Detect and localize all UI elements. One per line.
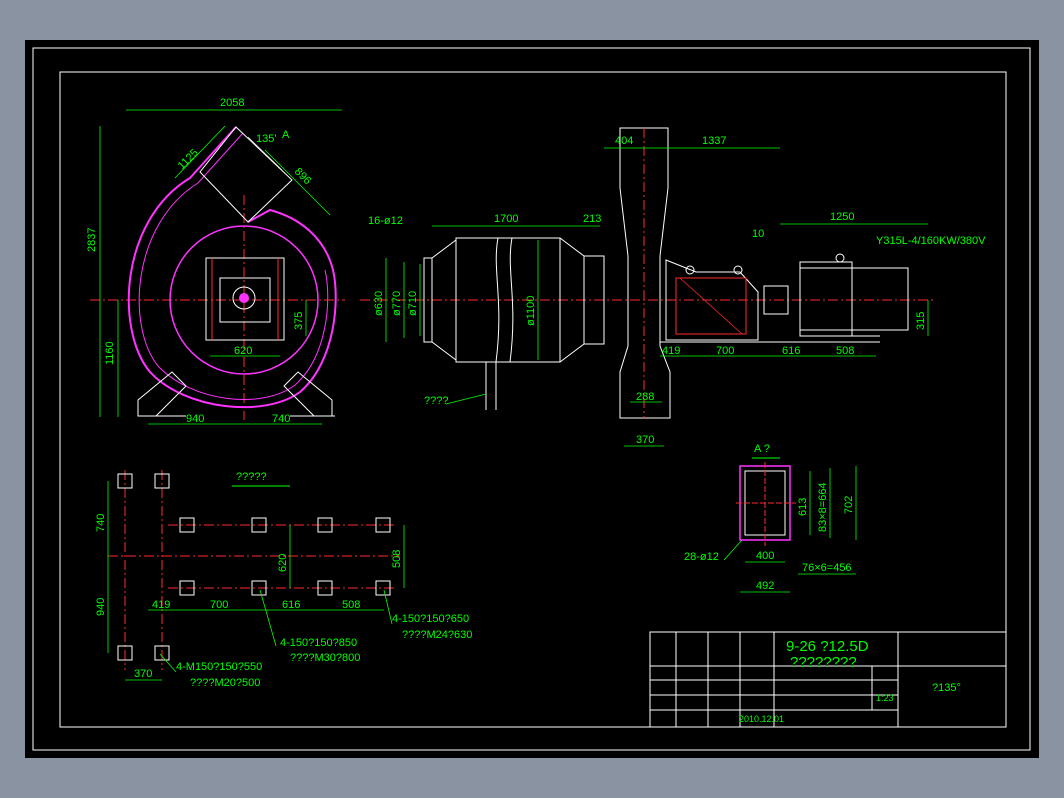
dim-664: 83×8=664 xyxy=(817,482,829,532)
angle-label: ?135° xyxy=(932,682,961,694)
dim-view-a: A xyxy=(282,129,290,141)
callout-3-line2: ????M24?630 xyxy=(402,629,472,641)
dim-fp-v508: 508 xyxy=(391,550,403,568)
drawing-sheet: 2058 135' A 1125 896 2837 1160 940 740 6… xyxy=(25,40,1039,758)
dim-400: 400 xyxy=(756,550,774,562)
dim-d630: ø630 xyxy=(373,291,385,316)
holes-leader xyxy=(723,539,743,561)
dim-620: 620 xyxy=(234,345,252,357)
dim-2837: 2837 xyxy=(86,228,98,252)
break-line-a xyxy=(495,237,500,363)
motor-body xyxy=(799,267,909,331)
bearing-diag-1 xyxy=(679,277,743,335)
dim-700: 700 xyxy=(716,345,734,357)
dim-702: 702 xyxy=(843,496,855,514)
dim-d710: ø710 xyxy=(407,291,419,316)
motor-label: Y315L-4/160KW/380V xyxy=(876,235,986,247)
title-block: 9-26 ?12.5D ???????? ?135° 1:23 2010.12.… xyxy=(649,631,1007,728)
dim-angle: 135' xyxy=(256,133,276,145)
callout-1-line2: ????M20?500 xyxy=(190,677,260,689)
dim-1700: 1700 xyxy=(494,213,518,225)
dim-456: 76×6=456 xyxy=(802,562,852,574)
dim-fp-508: 508 xyxy=(342,599,360,611)
housing-side xyxy=(619,127,671,419)
motor-end xyxy=(799,261,853,337)
dim-fp-700: 700 xyxy=(210,599,228,611)
outlet-duct xyxy=(199,126,293,223)
scale: 1:23 xyxy=(876,693,894,703)
inlet-taper-bottom xyxy=(431,341,457,361)
side-view: 404 1337 16-ø12 1700 213 ø630 ø770 ø710 … xyxy=(360,127,986,447)
front-view: 2058 135' A 1125 896 2837 1160 940 740 6… xyxy=(86,97,345,425)
outer-border xyxy=(32,47,1031,751)
dim-d1100: ø1100 xyxy=(525,296,537,326)
dim-370: 370 xyxy=(636,434,654,446)
dim-419: 419 xyxy=(662,345,680,357)
drawing-name: ???????? xyxy=(790,654,857,671)
view-a: A ? 400 492 28-ø12 76×6=456 613 83×8=664… xyxy=(684,443,857,593)
callout-1-line1: 4-M150?150?550 xyxy=(176,661,262,673)
bolt-2 xyxy=(733,265,743,275)
dim-508: 508 xyxy=(836,345,854,357)
dim-1337: 1337 xyxy=(702,135,726,147)
dim-d770: ø770 xyxy=(391,291,403,316)
dim-28-holes: 28-ø12 xyxy=(684,551,719,563)
dim-213: 213 xyxy=(583,213,601,225)
date: 2010.12.01 xyxy=(739,714,784,724)
dim-896: 896 xyxy=(292,166,313,187)
callout-2-leader xyxy=(259,589,277,647)
inlet-taper-out-bottom xyxy=(559,343,585,363)
dim-fp-419: 419 xyxy=(152,599,170,611)
dim-fp-940: 940 xyxy=(95,598,107,616)
right-leg xyxy=(283,371,333,417)
view-a-title: A ? xyxy=(754,443,770,455)
dim-2058: 2058 xyxy=(220,97,244,109)
model-number: 9-26 ?12.5D xyxy=(786,638,869,655)
dim-fp-740: 740 xyxy=(95,514,107,532)
dim-1250: 1250 xyxy=(830,211,854,223)
callout-2-line1: 4-150?150?850 xyxy=(280,637,357,649)
dim-fp-620: 620 xyxy=(277,554,289,572)
left-leg xyxy=(137,371,187,417)
dim-10: 10 xyxy=(752,228,764,240)
hub-center xyxy=(239,293,249,303)
callout-3-line1: 4-150?150?650 xyxy=(392,613,469,625)
cad-drawing: 2058 135' A 1125 896 2837 1160 940 740 6… xyxy=(32,47,1031,751)
dim-16-holes: 16-ø12 xyxy=(368,215,403,227)
foundation-title: ????? xyxy=(236,471,267,483)
dim-940: 940 xyxy=(186,413,204,425)
dim-fp-370: 370 xyxy=(134,668,152,680)
drain-leader xyxy=(445,393,487,405)
drain-label: ???? xyxy=(424,395,448,407)
dim-fp-616: 616 xyxy=(282,599,300,611)
inlet-taper-out-top xyxy=(559,237,585,257)
motor-eye xyxy=(835,253,845,263)
dim-288: 288 xyxy=(636,391,654,403)
dim-740: 740 xyxy=(272,413,290,425)
dim-line-896 xyxy=(264,149,331,216)
inlet-taper-top xyxy=(431,239,457,259)
foundation-plan: ????? 740 940 419 700 616 508 620 508 37… xyxy=(95,470,472,689)
dim-1160: 1160 xyxy=(104,341,116,365)
dim-492: 492 xyxy=(756,580,774,592)
dim-404: 404 xyxy=(615,135,633,147)
dim-613: 613 xyxy=(797,498,809,516)
dim-616: 616 xyxy=(782,345,800,357)
dim-1125: 1125 xyxy=(176,147,201,172)
dim-315: 315 xyxy=(915,312,927,330)
dim-375: 375 xyxy=(293,312,305,330)
callout-2-line2: ????M30?800 xyxy=(290,652,360,664)
